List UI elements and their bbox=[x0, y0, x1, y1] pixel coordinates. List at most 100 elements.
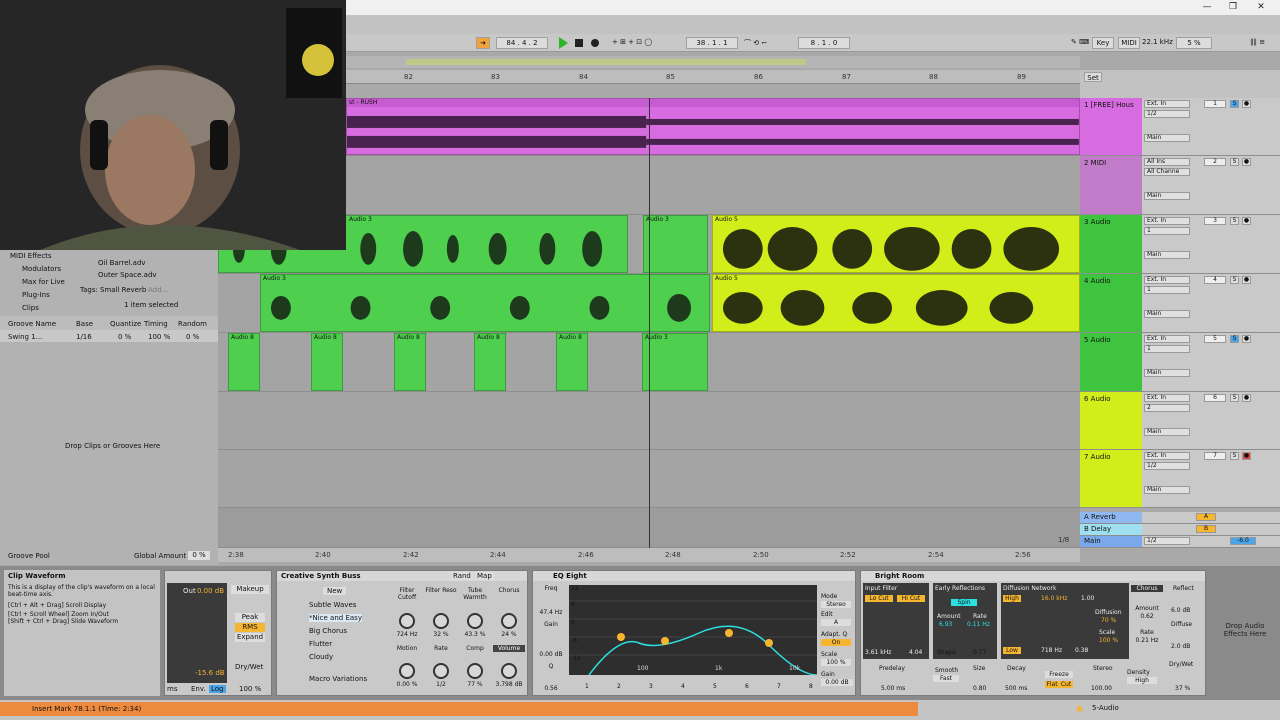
band-number[interactable]: 6 bbox=[745, 683, 749, 690]
q-value[interactable]: 0.56 bbox=[537, 685, 565, 692]
density-value[interactable]: High bbox=[1127, 677, 1157, 684]
browser-item[interactable]: Max for Live bbox=[22, 278, 65, 286]
low-freq[interactable]: 718 Hz bbox=[1041, 647, 1062, 654]
macro-knob[interactable] bbox=[467, 663, 483, 679]
audio-clip[interactable]: Audio 5 bbox=[712, 215, 1080, 273]
groove-row[interactable]: Swing 1... 1/16 0 % 100 % 0 % bbox=[0, 330, 218, 342]
preset-item[interactable]: Big Chorus bbox=[309, 627, 347, 635]
main-volume[interactable]: -6.0 bbox=[1230, 537, 1256, 545]
macro-knob[interactable] bbox=[399, 613, 415, 629]
track-number[interactable]: 2 bbox=[1204, 158, 1226, 166]
track-number[interactable]: 4 bbox=[1204, 276, 1226, 284]
add-tag[interactable]: Add... bbox=[148, 286, 168, 294]
browser-item[interactable]: Modulators bbox=[22, 265, 61, 273]
rms-button[interactable]: RMS bbox=[235, 623, 265, 632]
diffuse-value[interactable]: 2.0 dB bbox=[1171, 643, 1190, 650]
input-type[interactable]: Ext. In bbox=[1144, 452, 1190, 460]
track-header-5[interactable]: 5 Audio Ext. In 1 Main 5 S ● bbox=[1080, 333, 1280, 392]
track-number[interactable]: 5 bbox=[1204, 335, 1226, 343]
output-route[interactable]: Main bbox=[1144, 134, 1190, 142]
browser-item[interactable]: Clips bbox=[22, 304, 39, 312]
macro-knob[interactable] bbox=[467, 613, 483, 629]
arm-button[interactable]: ● bbox=[1242, 158, 1251, 166]
input-channel[interactable]: 1 bbox=[1144, 227, 1190, 235]
arm-button[interactable]: ● bbox=[1242, 335, 1251, 343]
loop-icons[interactable]: ⌒ ⟲ ⌐ bbox=[744, 38, 767, 48]
band-number[interactable]: 3 bbox=[649, 683, 653, 690]
track-name[interactable]: 2 MIDI bbox=[1080, 156, 1142, 214]
preset-item[interactable]: Flutter bbox=[309, 640, 332, 648]
track-name[interactable]: 3 Audio bbox=[1080, 215, 1142, 273]
output-route[interactable]: Main bbox=[1144, 310, 1190, 318]
track-name[interactable]: 1 [FREE] Hous bbox=[1080, 98, 1142, 155]
audio-clip[interactable]: Audio 8 bbox=[394, 333, 426, 391]
track-name[interactable]: B Delay bbox=[1080, 524, 1142, 535]
output-route[interactable]: Main bbox=[1144, 428, 1190, 436]
amount-value[interactable]: 6.93 bbox=[939, 621, 952, 628]
drywet-value[interactable]: 100 % bbox=[239, 685, 261, 693]
groove-name[interactable]: Swing 1... bbox=[8, 333, 42, 341]
maximize-icon[interactable]: ❐ bbox=[1224, 1, 1242, 14]
spin-button[interactable]: Spin bbox=[951, 599, 977, 606]
solo-button[interactable]: S bbox=[1230, 276, 1239, 284]
input-type[interactable]: Ext. In bbox=[1144, 100, 1190, 108]
output-route[interactable]: Main bbox=[1144, 369, 1190, 377]
track-number[interactable]: 3 bbox=[1204, 217, 1226, 225]
output-route[interactable]: Main bbox=[1144, 486, 1190, 494]
browser-file[interactable]: Outer Space.adv bbox=[98, 271, 157, 279]
band-number[interactable]: 2 bbox=[617, 683, 621, 690]
global-amount[interactable]: 0 % bbox=[188, 551, 210, 560]
edit-value[interactable]: A bbox=[821, 619, 851, 626]
groove-base[interactable]: 1/16 bbox=[76, 333, 92, 341]
track-name[interactable]: 7 Audio bbox=[1080, 450, 1142, 507]
audio-clip[interactable]: Audio 3 bbox=[260, 274, 710, 332]
shape-value[interactable]: 0.77 bbox=[973, 649, 986, 656]
out-value[interactable]: 0.00 dB bbox=[197, 587, 224, 595]
audio-clip[interactable]: Audio 8 bbox=[311, 333, 343, 391]
loop-length[interactable]: 8 . 1 . 0 bbox=[798, 37, 850, 49]
draw-icon[interactable]: ✎ ⌨ bbox=[1071, 38, 1089, 46]
band-number[interactable]: 1 bbox=[585, 683, 589, 690]
macro-knob[interactable] bbox=[501, 613, 517, 629]
rand-button[interactable]: Rand bbox=[451, 572, 473, 580]
record-icon[interactable] bbox=[591, 39, 599, 47]
track-header-4[interactable]: 4 Audio Ext. In 1 Main 4 S ● bbox=[1080, 274, 1280, 333]
size-value[interactable]: 0.80 bbox=[973, 685, 986, 692]
send-letter[interactable]: A bbox=[1196, 513, 1216, 521]
input-type[interactable]: Ext. In bbox=[1144, 276, 1190, 284]
rate-value[interactable]: 0.11 Hz bbox=[967, 621, 990, 628]
high-button[interactable]: High bbox=[1003, 595, 1021, 602]
chorus-label[interactable]: Chorus bbox=[1131, 585, 1163, 592]
env-label[interactable]: Env. bbox=[191, 685, 206, 693]
key-map-button[interactable]: Key bbox=[1092, 37, 1114, 49]
mode-value[interactable]: Stereo bbox=[821, 601, 851, 608]
track-number[interactable]: 7 bbox=[1204, 452, 1226, 460]
input-channel[interactable]: 1/2 bbox=[1144, 110, 1190, 118]
reverb-drywet-value[interactable]: 37 % bbox=[1175, 685, 1190, 692]
expand-button[interactable]: Expand bbox=[235, 633, 265, 642]
arm-button[interactable]: ● bbox=[1242, 394, 1251, 402]
low-value[interactable]: 0.38 bbox=[1075, 647, 1088, 654]
browser-file[interactable]: Oil Barrel.adv bbox=[98, 259, 146, 267]
audio-clip[interactable]: Audio 8 bbox=[228, 333, 260, 391]
time-ruler[interactable]: 2:38 2:40 2:42 2:44 2:46 2:48 2:50 2:52 … bbox=[218, 536, 1080, 562]
track-header-6[interactable]: 6 Audio Ext. In 2 Main 6 S ● bbox=[1080, 392, 1280, 450]
track-header-7[interactable]: 7 Audio Ext. In 1/2 Main 7 S ● bbox=[1080, 450, 1280, 508]
track-header-2[interactable]: 2 MIDI All Ins All Channe Main 2 S ● bbox=[1080, 156, 1280, 215]
input-channel[interactable]: 2 bbox=[1144, 404, 1190, 412]
output-route[interactable]: Main bbox=[1144, 192, 1190, 200]
audio-clip[interactable]: Audio 8 bbox=[474, 333, 506, 391]
makeup-button[interactable]: Makeup bbox=[231, 585, 269, 594]
audio-clip[interactable]: Audio 8 bbox=[556, 333, 588, 391]
out-gain-value[interactable]: 0.00 dB bbox=[821, 679, 853, 686]
stereo-value[interactable]: 100.00 bbox=[1091, 685, 1112, 692]
groove-timing[interactable]: 100 % bbox=[148, 333, 170, 341]
browser-item[interactable]: Plug-Ins bbox=[22, 291, 50, 299]
map-button[interactable]: Map bbox=[475, 572, 494, 580]
macro-knob[interactable] bbox=[433, 663, 449, 679]
track-number[interactable]: 6 bbox=[1204, 394, 1226, 402]
adapt-value[interactable]: On bbox=[821, 639, 851, 646]
solo-button[interactable]: S bbox=[1230, 335, 1239, 343]
input-type[interactable]: All Ins bbox=[1144, 158, 1190, 166]
track-name[interactable]: 6 Audio bbox=[1080, 392, 1142, 449]
